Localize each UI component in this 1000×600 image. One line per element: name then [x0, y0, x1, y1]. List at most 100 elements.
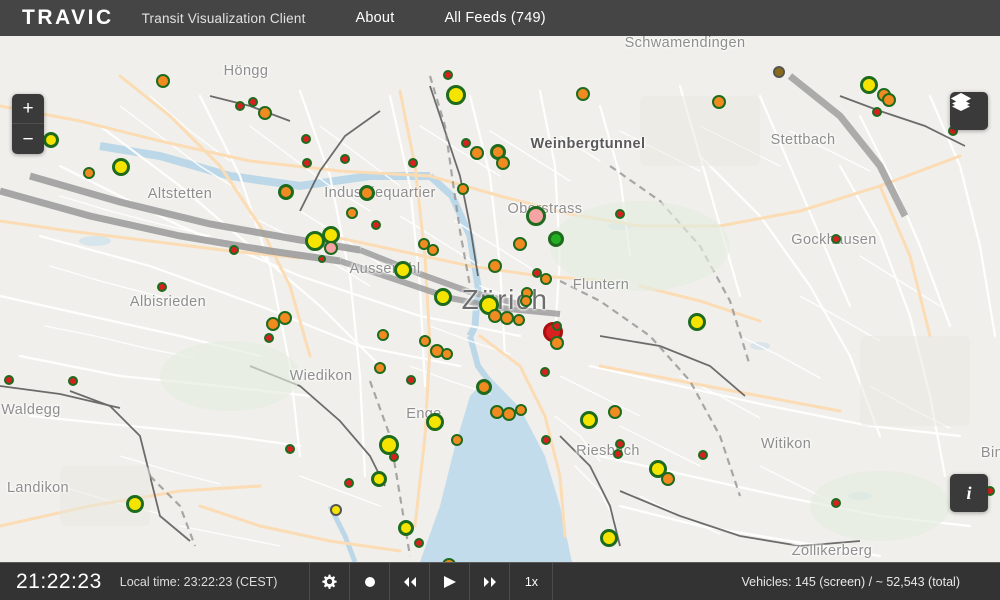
vehicle-marker[interactable]	[371, 220, 381, 230]
vehicle-marker[interactable]	[441, 348, 453, 360]
vehicle-marker[interactable]	[831, 498, 841, 508]
vehicle-marker[interactable]	[302, 158, 312, 168]
vehicle-marker[interactable]	[346, 207, 358, 219]
vehicle-marker[interactable]	[457, 183, 469, 195]
vehicle-marker[interactable]	[446, 85, 466, 105]
vehicle-marker[interactable]	[229, 245, 239, 255]
playback-clock: 21:22:23	[16, 569, 102, 593]
vehicle-marker[interactable]	[434, 288, 452, 306]
vehicle-marker[interactable]	[712, 95, 726, 109]
vehicle-marker[interactable]	[541, 435, 551, 445]
vehicle-marker[interactable]	[112, 158, 130, 176]
vehicle-marker[interactable]	[83, 167, 95, 179]
vehicle-marker[interactable]	[860, 76, 878, 94]
vehicle-marker[interactable]	[550, 336, 564, 350]
vehicle-marker[interactable]	[398, 520, 414, 536]
vehicle-marker[interactable]	[451, 434, 463, 446]
vehicle-marker[interactable]	[513, 314, 525, 326]
vehicle-marker[interactable]	[377, 329, 389, 341]
vehicle-marker[interactable]	[520, 295, 532, 307]
vehicle-marker[interactable]	[470, 146, 484, 160]
vehicle-marker[interactable]	[406, 375, 416, 385]
nav-all-feeds[interactable]: All Feeds (749)	[444, 10, 545, 26]
vehicle-marker[interactable]	[882, 93, 896, 107]
vehicle-marker[interactable]	[576, 87, 590, 101]
vehicle-marker[interactable]	[4, 375, 14, 385]
vehicle-marker[interactable]	[427, 244, 439, 256]
vehicle-marker[interactable]	[488, 259, 502, 273]
vehicle-marker[interactable]	[688, 313, 706, 331]
vehicle-marker[interactable]	[235, 101, 245, 111]
vehicle-marker[interactable]	[374, 362, 386, 374]
vehicle-marker[interactable]	[408, 158, 418, 168]
vehicle-marker[interactable]	[615, 439, 625, 449]
vehicle-marker[interactable]	[340, 154, 350, 164]
vehicle-marker[interactable]	[324, 241, 338, 255]
vehicle-marker[interactable]	[285, 444, 295, 454]
map-label: Fluntern	[572, 277, 630, 293]
vehicle-marker[interactable]	[264, 333, 274, 343]
vehicle-marker[interactable]	[330, 504, 342, 516]
layers-button[interactable]	[950, 92, 988, 130]
vehicle-marker[interactable]	[615, 209, 625, 219]
fastforward-button[interactable]	[469, 562, 509, 600]
vehicle-marker[interactable]	[301, 134, 311, 144]
nav-about[interactable]: About	[356, 10, 395, 26]
vehicle-marker[interactable]	[389, 452, 399, 462]
vehicle-marker[interactable]	[773, 66, 785, 78]
vehicle-marker[interactable]	[43, 132, 59, 148]
playback-controls: 1x	[309, 562, 554, 600]
vehicle-marker[interactable]	[600, 529, 618, 547]
vehicle-marker[interactable]	[476, 379, 492, 395]
zoom-controls[interactable]: + −	[12, 94, 44, 154]
speed-button[interactable]: 1x	[509, 562, 554, 600]
map-label: Albisrieden	[129, 294, 207, 310]
vehicle-marker[interactable]	[502, 407, 516, 421]
vehicle-marker[interactable]	[278, 311, 292, 325]
vehicle-marker[interactable]	[580, 411, 598, 429]
map-label: Landikon	[6, 480, 70, 496]
vehicle-marker[interactable]	[318, 255, 326, 263]
settings-button[interactable]	[309, 562, 349, 600]
record-button[interactable]	[349, 562, 389, 600]
vehicle-marker[interactable]	[496, 156, 510, 170]
vehicle-marker[interactable]	[548, 231, 564, 247]
vehicle-marker[interactable]	[552, 321, 562, 331]
vehicle-marker[interactable]	[414, 538, 424, 548]
vehicle-marker[interactable]	[500, 311, 514, 325]
vehicle-marker[interactable]	[515, 404, 527, 416]
map-label: Bin	[980, 445, 1000, 461]
vehicle-marker[interactable]	[344, 478, 354, 488]
vehicle-marker[interactable]	[872, 107, 882, 117]
vehicle-marker[interactable]	[126, 495, 144, 513]
rewind-button[interactable]	[389, 562, 429, 600]
app-logo[interactable]: TRAVIC	[0, 6, 114, 30]
vehicle-marker[interactable]	[68, 376, 78, 386]
zoom-out-button[interactable]: −	[12, 124, 44, 154]
vehicle-marker[interactable]	[258, 106, 272, 120]
vehicle-marker[interactable]	[540, 367, 550, 377]
vehicle-marker[interactable]	[540, 273, 552, 285]
map-canvas[interactable]: .rd { stroke:#ffffff; fill:none; stroke-…	[0, 36, 1000, 562]
vehicle-marker[interactable]	[157, 282, 167, 292]
vehicle-marker[interactable]	[426, 413, 444, 431]
vehicle-marker[interactable]	[443, 70, 453, 80]
info-button[interactable]: i	[950, 474, 988, 512]
vehicle-marker[interactable]	[613, 449, 623, 459]
vehicle-marker[interactable]	[831, 234, 841, 244]
vehicle-marker[interactable]	[661, 472, 675, 486]
vehicle-marker[interactable]	[513, 237, 527, 251]
vehicle-marker[interactable]	[526, 206, 546, 226]
vehicle-marker[interactable]	[394, 261, 412, 279]
play-button[interactable]	[429, 562, 469, 600]
zoom-in-button[interactable]: +	[12, 94, 44, 124]
vehicle-marker[interactable]	[461, 138, 471, 148]
vehicle-marker[interactable]	[371, 471, 387, 487]
vehicle-marker[interactable]	[278, 184, 294, 200]
vehicle-marker[interactable]	[359, 185, 375, 201]
vehicle-marker[interactable]	[156, 74, 170, 88]
vehicle-marker[interactable]	[419, 335, 431, 347]
vehicle-marker[interactable]	[608, 405, 622, 419]
vehicle-marker[interactable]	[698, 450, 708, 460]
vehicle-marker[interactable]	[248, 97, 258, 107]
